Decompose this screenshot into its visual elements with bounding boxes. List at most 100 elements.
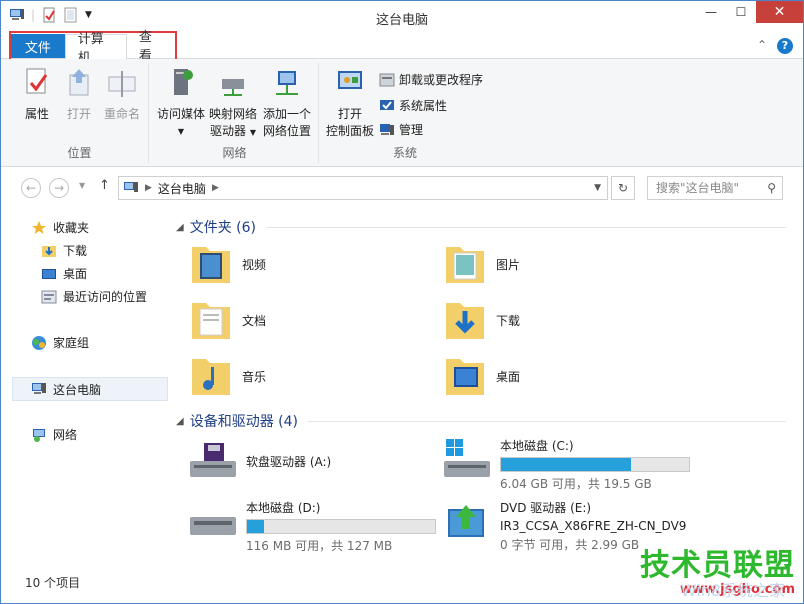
window-title: 这台电脑 (375, 13, 428, 28)
chevron-down-icon: ▼ (249, 128, 256, 137)
manage-icon (380, 123, 394, 135)
drive-local-c[interactable]: 本地磁盘 (C:) 6.04 GB 可用，共 19.5 GB (442, 437, 690, 492)
system-properties-button[interactable]: 系统属性 (379, 97, 447, 114)
manage-button[interactable]: 管理 (379, 121, 423, 138)
drives-section-header[interactable]: ◢ 设备和驱动器 (4) (176, 411, 786, 431)
downloads-folder-icon (446, 303, 484, 339)
video-folder-icon (192, 247, 230, 283)
breadcrumb-this-pc[interactable]: 这台电脑 (158, 180, 206, 197)
help-icon[interactable]: ? (777, 38, 793, 54)
drive-dvd-e[interactable]: DVD 驱动器 (E:) IR3_CCSA_X86FRE_ZH-CN_DV9 0… (442, 499, 686, 553)
music-folder-icon (192, 359, 230, 395)
maximize-button[interactable]: ☐ (726, 1, 756, 23)
folder-documents[interactable]: 文档 (190, 297, 266, 343)
folder-downloads[interactable]: 下载 (444, 297, 520, 343)
title-bar: | ▼ 这台电脑 — ☐ ✕ (1, 1, 803, 33)
drive-c-usage-bar (500, 457, 690, 472)
group-name-location: 位置 (67, 146, 92, 160)
recent-places-icon (41, 290, 57, 303)
nav-this-pc[interactable]: 这台电脑 (12, 377, 168, 401)
hard-drive-icon (190, 517, 236, 535)
tab-computer[interactable]: 计算机 (64, 32, 127, 66)
nav-favorites[interactable]: 收藏夹 (31, 219, 89, 236)
network-drive-icon (222, 79, 244, 96)
ribbon-group-location: 属性 打开 重命名 位置 (11, 63, 149, 163)
status-item-count: 10 个项目 (25, 576, 81, 590)
folder-videos[interactable]: 视频 (190, 241, 266, 287)
system-drive-icon (444, 439, 490, 477)
group-name-system: 系统 (392, 146, 417, 160)
open-icon (69, 69, 89, 96)
computer-icon (124, 182, 138, 192)
back-button[interactable]: ← (21, 178, 41, 198)
up-button[interactable]: ↑ (99, 178, 110, 193)
collapse-arrow-icon[interactable]: ◢ (176, 416, 184, 427)
uninstall-icon (379, 73, 395, 86)
rename-icon (108, 71, 136, 97)
folder-pictures[interactable]: 图片 (444, 241, 520, 287)
floppy-drive-icon (190, 443, 236, 477)
folder-music[interactable]: 音乐 (190, 353, 266, 399)
properties-button[interactable]: 属性 (17, 67, 57, 123)
nav-recent-places[interactable]: 最近访问的位置 (41, 288, 147, 305)
breadcrumb-chevron-icon[interactable]: ▶ (212, 183, 219, 193)
section-divider (265, 226, 786, 228)
system-properties-icon (380, 99, 394, 110)
computer-icon (32, 383, 46, 394)
navigation-bar: ← → ▼ ↑ ▶ 这台电脑 ▶ ▼ ↻ 搜索"这台电脑" ⚲ (1, 173, 803, 201)
drive-d-usage-fill (247, 520, 264, 533)
drive-floppy-a[interactable]: 软盘驱动器 (A:) (188, 441, 331, 481)
ribbon-group-system: 打开 控制面板 卸载或更改程序 系统属性 管理 系统 (321, 63, 489, 163)
open-button[interactable]: 打开 (61, 67, 97, 123)
uninstall-program-button[interactable]: 卸载或更改程序 (379, 71, 483, 88)
star-icon (32, 220, 46, 234)
address-bar[interactable]: ▶ 这台电脑 ▶ ▼ (118, 176, 608, 200)
pictures-folder-icon (446, 247, 484, 283)
minimize-button[interactable]: — (696, 1, 726, 23)
recent-locations-icon[interactable]: ▼ (79, 181, 85, 190)
desktop-icon (42, 268, 56, 279)
search-icon[interactable]: ⚲ (767, 177, 776, 199)
rename-button[interactable]: 重命名 (99, 67, 145, 123)
ribbon: 属性 打开 重命名 位置 访问媒体 ▼ 映射网络 驱动器 ▼ 添加一个 网络位置… (1, 59, 803, 167)
folders-section-header[interactable]: ◢ 文件夹 (6) (176, 217, 786, 237)
drive-c-usage-fill (501, 458, 631, 471)
group-name-network: 网络 (222, 146, 247, 160)
nav-network[interactable]: 网络 (31, 426, 77, 443)
ribbon-group-network: 访问媒体 ▼ 映射网络 驱动器 ▼ 添加一个 网络位置 网络 (151, 63, 319, 163)
drive-d-usage-bar (246, 519, 436, 534)
properties-icon (26, 68, 48, 94)
tab-view[interactable]: 查看 (127, 30, 175, 64)
access-media-button[interactable]: 访问媒体 ▼ (155, 67, 207, 140)
search-input[interactable]: 搜索"这台电脑" ⚲ (647, 176, 783, 200)
add-network-location-button[interactable]: 添加一个 网络位置 (261, 67, 313, 140)
close-button[interactable]: ✕ (756, 1, 803, 23)
network-icon (33, 428, 45, 442)
nav-homegroup[interactable]: 家庭组 (31, 334, 89, 351)
nav-desktop[interactable]: 桌面 (41, 265, 87, 282)
chevron-down-icon: ▼ (177, 127, 185, 136)
media-server-icon (174, 69, 193, 95)
folder-desktop[interactable]: 桌面 (444, 353, 520, 399)
open-control-panel-button[interactable]: 打开 控制面板 (325, 67, 375, 140)
refresh-button[interactable]: ↻ (611, 176, 635, 200)
address-dropdown-icon[interactable]: ▼ (594, 183, 601, 193)
watermark: 技术员联盟 www.jsgho.com Win8系统之家 (640, 550, 795, 601)
collapse-arrow-icon[interactable]: ◢ (176, 222, 184, 233)
breadcrumb-chevron-icon[interactable]: ▶ (145, 183, 152, 193)
forward-button[interactable]: → (49, 178, 69, 198)
window-controls: — ☐ ✕ (696, 1, 803, 23)
documents-folder-icon (192, 303, 230, 339)
drive-local-d[interactable]: 本地磁盘 (D:) 116 MB 可用，共 127 MB (188, 499, 436, 554)
section-divider (307, 420, 786, 422)
control-panel-icon (338, 71, 362, 89)
content-pane: ◢ 文件夹 (6) 视频 图片 文档 下载 音乐 桌面 ◢ 设备和驱动器 (4)… (176, 207, 786, 567)
watermark-sub: Win8系统之家 (680, 581, 785, 600)
ribbon-right-controls: ⌃ ? (757, 38, 793, 54)
map-network-drive-button[interactable]: 映射网络 驱动器 ▼ (207, 67, 259, 141)
nav-downloads[interactable]: 下载 (41, 242, 87, 259)
tab-file[interactable]: 文件 (11, 34, 65, 58)
download-folder-icon (42, 245, 56, 257)
ribbon-tab-bar: 文件 计算机 查看 ⌃ ? (1, 30, 803, 66)
collapse-ribbon-icon[interactable]: ⌃ (757, 38, 767, 54)
